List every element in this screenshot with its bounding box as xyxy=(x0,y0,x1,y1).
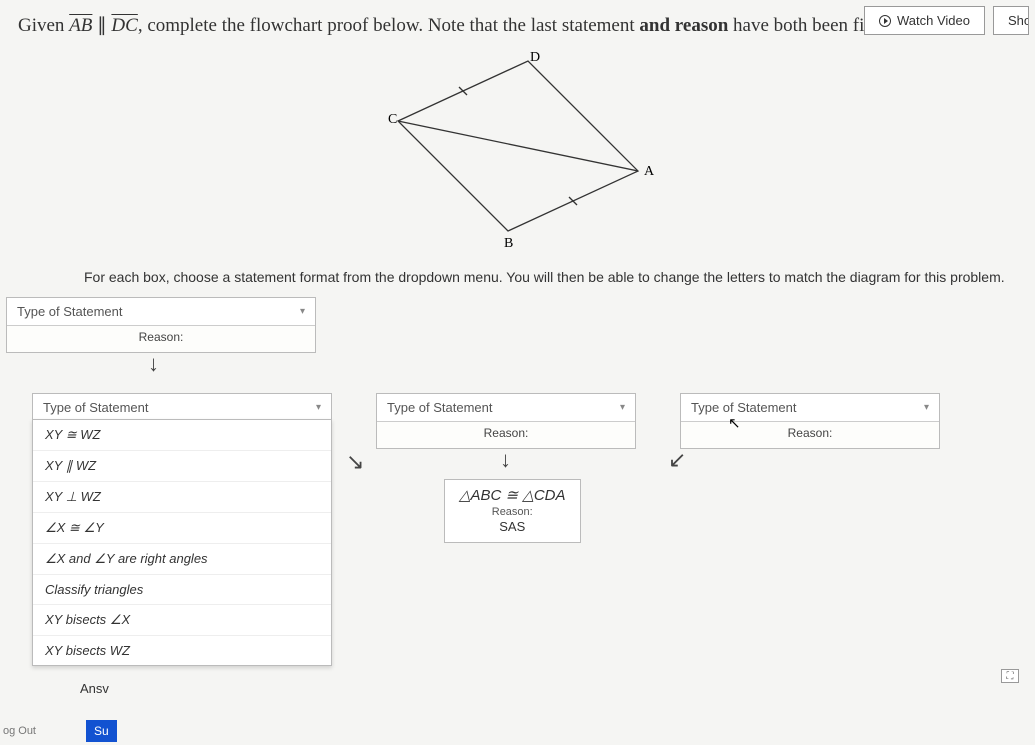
dropdown-option[interactable]: XY bisects WZ xyxy=(33,635,331,665)
flow-box-3: Type of Statement ▾ Reason: xyxy=(680,393,940,449)
statement-dropdown: XY ≅ WZ XY ∥ WZ XY ⊥ WZ ∠X ≅ ∠Y ∠X and ∠… xyxy=(32,419,332,666)
reason-label: Reason: xyxy=(7,326,315,352)
chevron-down-icon: ▾ xyxy=(924,402,929,413)
arrow-diag-right-icon: ↘ xyxy=(346,449,364,475)
cursor-icon: ↖ xyxy=(728,414,741,433)
dropdown-option[interactable]: XY ∥ WZ xyxy=(33,450,331,481)
show-label: Sho xyxy=(1008,13,1029,28)
arrow-diag-left-icon: ↙ xyxy=(668,447,686,473)
statement-select-top[interactable]: Type of Statement ▾ xyxy=(7,298,315,326)
flow-box-top: Type of Statement ▾ Reason: xyxy=(6,297,316,353)
statement-select-2[interactable]: Type of Statement ▾ xyxy=(377,394,635,422)
statement-select-1[interactable]: Type of Statement ▾ xyxy=(33,394,331,422)
dropdown-option[interactable]: XY bisects ∠X xyxy=(33,604,331,635)
label-b: B xyxy=(504,236,513,251)
play-icon xyxy=(879,15,891,27)
geometry-figure: C D A B xyxy=(0,41,1035,269)
dropdown-option[interactable]: XY ⊥ WZ xyxy=(33,481,331,512)
show-button[interactable]: Sho xyxy=(993,6,1029,35)
final-reason-label: Reason: xyxy=(459,506,566,518)
arrow-down-icon: ↓ xyxy=(500,447,511,473)
dropdown-option[interactable]: ∠X ≅ ∠Y xyxy=(33,512,331,543)
arrow-down-icon: ↓ xyxy=(148,351,159,377)
logout-link[interactable]: og Out xyxy=(0,725,36,737)
chevron-down-icon: ▾ xyxy=(316,402,321,413)
final-statement-box: △ABC ≅ △CDA Reason: SAS xyxy=(444,479,581,543)
submit-button[interactable]: Su xyxy=(86,720,117,742)
final-reason-value: SAS xyxy=(459,519,566,534)
watch-video-button[interactable]: Watch Video xyxy=(864,6,985,35)
dropdown-option[interactable]: Classify triangles xyxy=(33,574,331,604)
watch-video-label: Watch Video xyxy=(897,13,970,28)
chevron-down-icon: ▾ xyxy=(300,306,305,317)
label-a: A xyxy=(644,164,655,179)
answer-label: Ansv xyxy=(80,681,109,696)
fullscreen-icon[interactable]: ⛶ xyxy=(1001,669,1019,683)
flow-box-2: Type of Statement ▾ Reason: xyxy=(376,393,636,449)
chevron-down-icon: ▾ xyxy=(620,402,625,413)
reason-label: Reason: xyxy=(377,422,635,448)
instruction-text: For each box, choose a statement format … xyxy=(0,269,1035,297)
dropdown-option[interactable]: ∠X and ∠Y are right angles xyxy=(33,543,331,574)
reason-label: Reason: xyxy=(681,422,939,448)
statement-select-3[interactable]: Type of Statement ▾ xyxy=(681,394,939,422)
label-c: C xyxy=(388,112,397,127)
dropdown-option[interactable]: XY ≅ WZ xyxy=(33,420,331,450)
label-d: D xyxy=(530,51,540,65)
final-statement: △ABC ≅ △CDA xyxy=(459,486,566,504)
